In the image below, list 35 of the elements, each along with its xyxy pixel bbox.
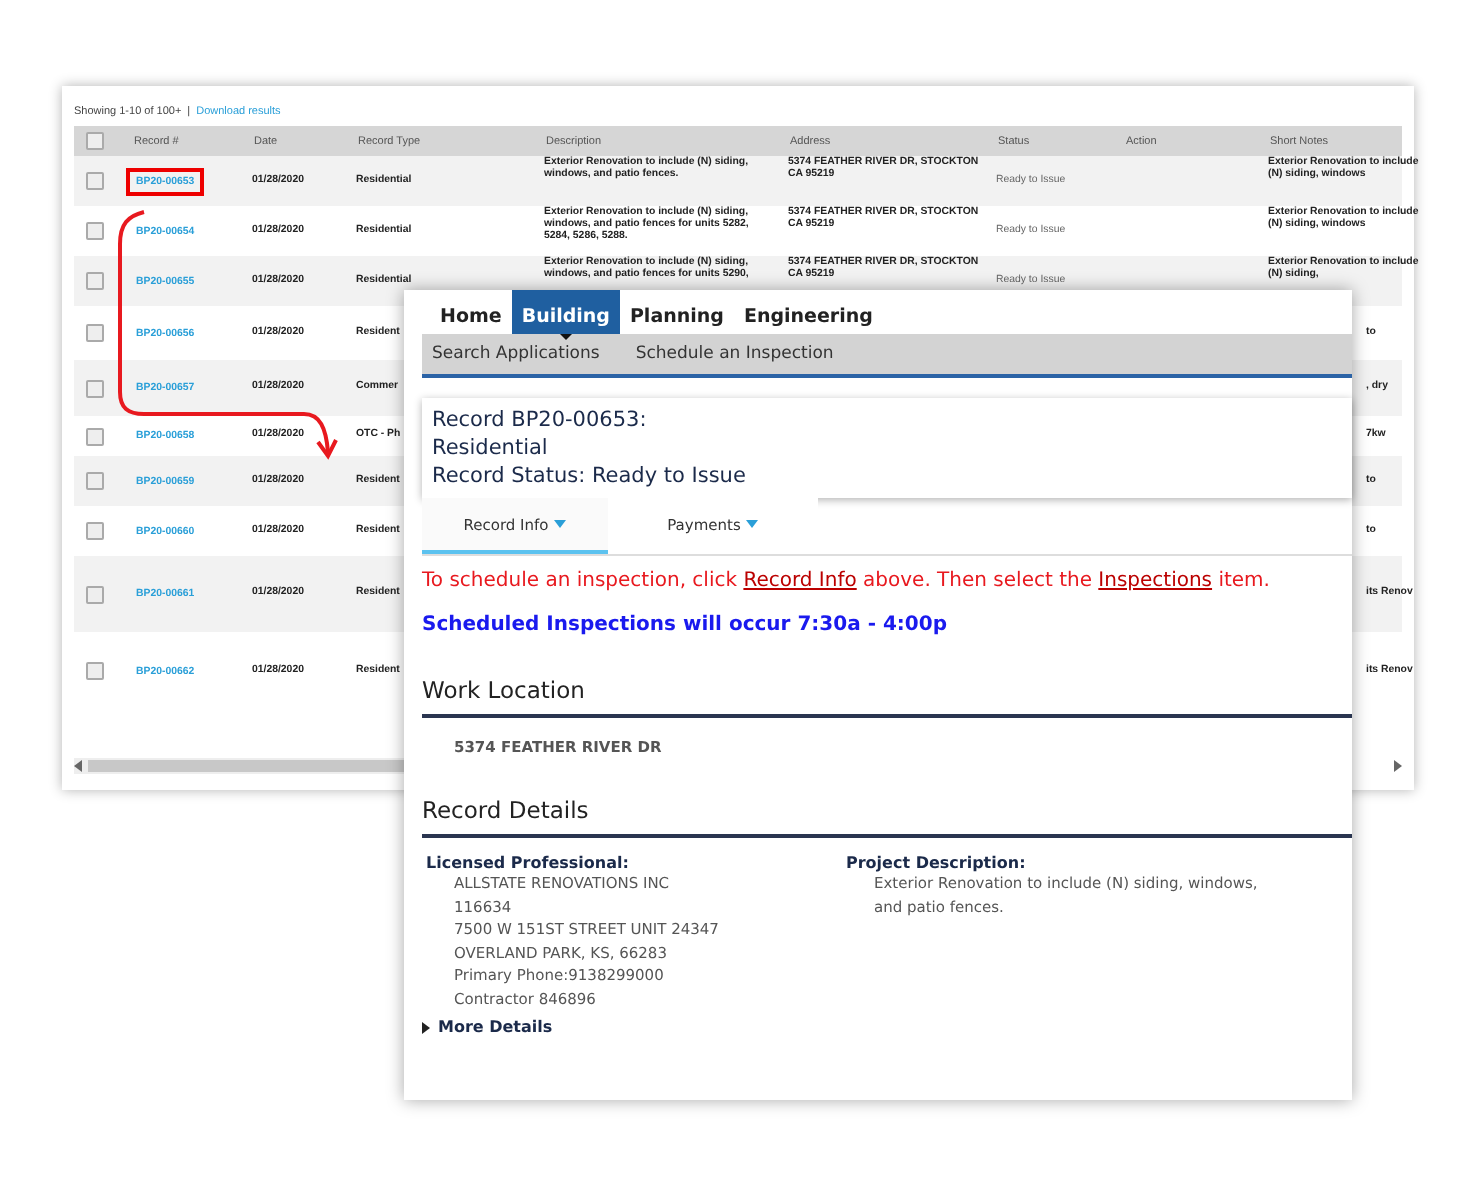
row-checkbox[interactable] bbox=[86, 522, 104, 540]
row-checkbox[interactable] bbox=[86, 662, 104, 680]
row-checkbox[interactable] bbox=[86, 472, 104, 490]
select-all-checkbox[interactable] bbox=[86, 132, 104, 150]
scroll-left-icon[interactable] bbox=[74, 760, 84, 772]
scroll-right-icon[interactable] bbox=[1392, 760, 1402, 772]
row-checkbox[interactable] bbox=[86, 222, 104, 240]
subnav-link[interactable]: Search Applications bbox=[432, 344, 600, 364]
expand-icon bbox=[422, 1021, 430, 1033]
record-header-line: Record BP20-00653: bbox=[432, 408, 649, 432]
inspections-link[interactable]: Inspections bbox=[1098, 570, 1213, 592]
inspection-instruction: To schedule an inspection, click Record Info above. Then select the Inspections item. bbox=[422, 570, 1272, 592]
caret-icon bbox=[554, 520, 567, 528]
nav-tab[interactable]: Planning bbox=[619, 290, 734, 334]
subnav-link[interactable]: Schedule an Inspection bbox=[635, 344, 834, 364]
record-header-line: Residential bbox=[432, 436, 550, 460]
row-checkbox[interactable] bbox=[86, 585, 104, 603]
row-checkbox[interactable] bbox=[86, 272, 104, 290]
nav-tab[interactable]: Home bbox=[430, 290, 512, 334]
row-checkbox[interactable] bbox=[86, 324, 104, 342]
horizontal-scrollbar[interactable] bbox=[74, 758, 404, 774]
field-label: Project Description: bbox=[846, 854, 1028, 872]
section-heading: Work Location bbox=[422, 676, 1352, 718]
nav-tab[interactable]: Engineering bbox=[733, 290, 883, 334]
row-checkbox[interactable] bbox=[86, 172, 104, 190]
schedule-note: Scheduled Inspections will occur 7:30a - 4:00p bbox=[422, 614, 949, 636]
record-header-line: Record Status: Ready to Issue bbox=[432, 464, 748, 488]
nav-tab[interactable]: Building bbox=[511, 290, 620, 334]
section-heading: Record Details bbox=[422, 796, 1352, 838]
field-label: Licensed Professional: bbox=[426, 854, 631, 872]
row-checkbox[interactable] bbox=[86, 427, 104, 445]
record-info-link[interactable]: Record Info bbox=[743, 570, 857, 592]
more-details-toggle[interactable]: More Details bbox=[422, 1018, 553, 1036]
caret-icon bbox=[746, 520, 759, 528]
row-checkbox[interactable] bbox=[86, 379, 104, 397]
